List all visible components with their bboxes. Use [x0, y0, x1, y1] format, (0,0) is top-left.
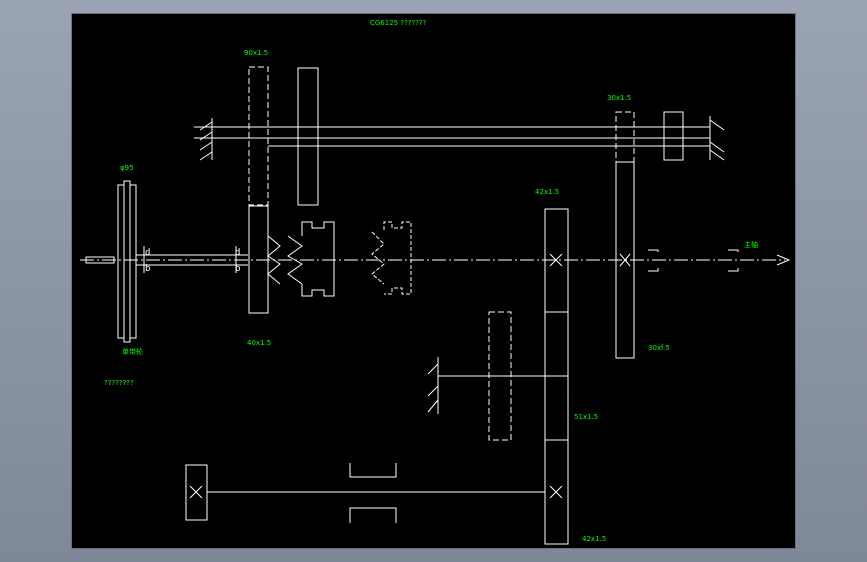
pulley — [85, 180, 248, 343]
bearing-mark-right-top: d — [235, 248, 240, 258]
label-pulley-note: ???????? — [104, 379, 134, 387]
gear-top-solid — [297, 67, 319, 206]
label-gear-30-top: 30x1.5 — [607, 94, 631, 102]
bearing-mark-right-bottom: b — [235, 264, 240, 274]
transmission-diagram: CG6125 ??????? 90x1.5 30x1.5 φ95 42x1.5 … — [80, 19, 791, 545]
cad-drawing-canvas[interactable]: CG6125 ??????? 90x1.5 30x1.5 φ95 42x1.5 … — [71, 13, 796, 549]
dog-clutch-right — [371, 221, 412, 295]
gear-30-dashed — [615, 111, 635, 163]
bearing-mark-left-bottom: b — [145, 264, 150, 274]
dog-clutch-left — [267, 221, 335, 297]
bearing-mark-left-top: d — [145, 248, 150, 258]
gear-90-dashed — [248, 66, 269, 206]
gear-42-big — [544, 208, 569, 545]
bearing-sleeve — [663, 111, 684, 161]
label-gear-90: 90x1.5 — [244, 49, 268, 57]
spindle-arrow — [776, 254, 791, 266]
drawing-title: CG6125 ??????? — [370, 19, 427, 27]
label-gear-42-top: 42x1.5 — [535, 188, 559, 196]
label-gear-40: 40x1.5 — [247, 339, 271, 347]
label-pulley-size: φ95 — [120, 164, 134, 172]
middle-shaft — [427, 311, 545, 441]
top-shaft — [194, 116, 725, 161]
label-pulley-name: 单带轮 — [122, 347, 143, 356]
label-gear-30-lower: 30xf.5 — [648, 344, 670, 352]
label-spindle: 主轴 — [744, 240, 758, 249]
bottom-shaft — [185, 463, 545, 523]
label-gear-51: 51x1.5 — [574, 413, 598, 421]
label-gear-42-bottom: 42x1.5 — [582, 535, 606, 543]
